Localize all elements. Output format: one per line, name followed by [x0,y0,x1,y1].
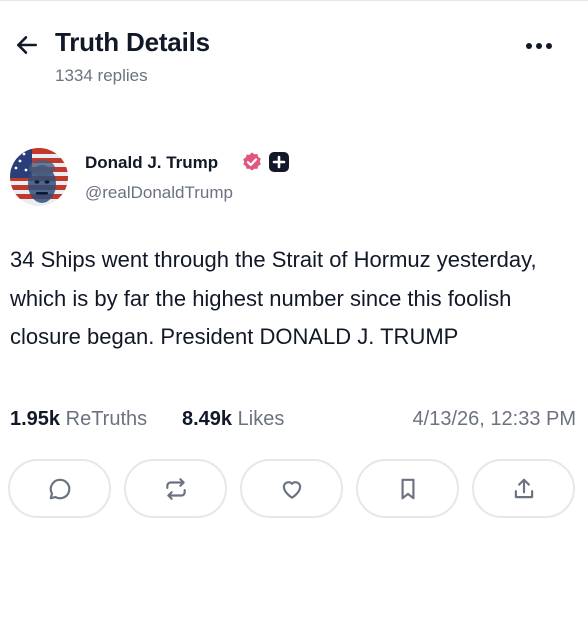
reply-button[interactable] [8,459,111,518]
arrow-left-icon [17,36,37,54]
retruth-button[interactable] [124,459,227,518]
bookmark-button[interactable] [356,459,459,518]
handle[interactable]: @realDonaldTrump [85,183,233,203]
post-stats: 1.95k ReTruths 8.49k Likes 4/13/26, 12:3… [10,408,576,436]
post-body: 34 Ships went through the Strait of Horm… [10,247,537,349]
bookmark-icon [401,478,414,499]
display-name[interactable]: Donald J. Trump [85,153,218,173]
retruths-label: ReTruths [65,408,148,430]
heart-icon [282,480,301,499]
action-bar [8,459,584,519]
plus-badge-icon [269,152,289,172]
retruth-icon [165,477,186,500]
reply-count: 1334 replies [55,66,148,85]
page-title: Truth Details [55,27,210,57]
likes-label: Likes [237,408,285,430]
verified-badge-icon [243,152,261,171]
more-horizontal-icon [526,43,552,49]
reply-icon [49,478,70,499]
share-icon [514,478,533,498]
like-button[interactable] [240,459,343,518]
retruths-stat[interactable]: 1.95k ReTruths [10,408,147,431]
retruths-count: 1.95k [10,408,61,430]
likes-stat[interactable]: 8.49k Likes [182,408,284,431]
post-timestamp: 4/13/26, 12:33 PM [412,408,576,430]
avatar-image [10,148,68,206]
author-block: Donald J. Trump @realDonaldTrump [10,148,570,208]
page-header: Truth Details 1334 replies [0,0,588,110]
likes-count: 8.49k [182,408,233,430]
share-button[interactable] [472,459,575,518]
avatar[interactable] [10,148,68,206]
more-options-button[interactable] [522,32,556,60]
back-button[interactable] [12,30,42,60]
